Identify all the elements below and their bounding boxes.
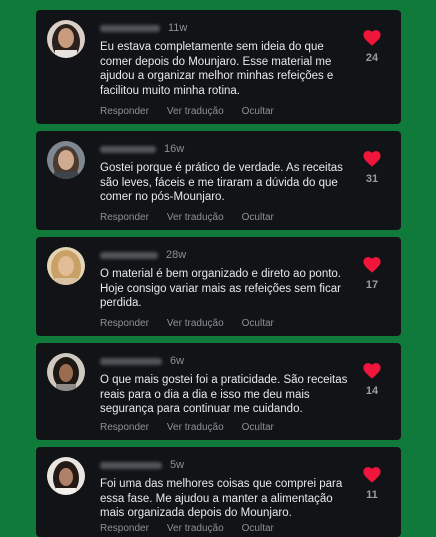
heart-icon [363,257,381,273]
reply-button[interactable]: Responder [100,318,149,329]
reply-button[interactable]: Responder [100,212,149,223]
reply-button[interactable]: Responder [100,106,149,117]
comment-card: 6w O que mais gostei foi a praticidade. … [36,343,401,440]
avatar[interactable] [47,247,85,285]
heart-icon [363,363,381,379]
comment-time: 16w [164,143,185,155]
translate-button[interactable]: Ver tradução [167,106,224,117]
comment-card: 5w Foi uma das melhores coisas que compr… [36,447,401,537]
hide-button[interactable]: Ocultar [242,523,274,534]
comment-text: Gostei porque é prático de verdade. As r… [100,162,343,204]
like-count: 31 [365,173,379,185]
hide-button[interactable]: Ocultar [242,422,274,433]
comment-text: Eu estava completamente sem ideia do que… [100,41,334,97]
avatar[interactable] [47,141,85,179]
comment-text: O material é bem organizado e direto ao … [100,268,342,310]
like-count: 17 [365,279,379,291]
comment-time: 11w [168,22,188,34]
hide-button[interactable]: Ocultar [242,212,274,223]
username-blurred[interactable] [100,357,162,365]
like-button[interactable]: 11 [361,467,383,501]
username-blurred[interactable] [100,251,158,259]
like-button[interactable]: 31 [361,151,383,185]
comments-feed: 11w Eu estava completamente sem ideia do… [0,0,436,537]
reply-button[interactable]: Responder [100,422,149,433]
like-count: 24 [365,52,379,64]
username-blurred[interactable] [100,145,156,153]
hide-button[interactable]: Ocultar [242,106,274,117]
translate-button[interactable]: Ver tradução [167,422,224,433]
comment-time: 5w [170,459,185,471]
username-blurred[interactable] [100,461,162,469]
comment-text: Foi uma das melhores coisas que comprei … [100,478,343,520]
translate-button[interactable]: Ver tradução [167,318,224,329]
like-button[interactable]: 17 [361,257,383,291]
like-count: 11 [366,489,378,501]
translate-button[interactable]: Ver tradução [167,523,224,534]
hide-button[interactable]: Ocultar [242,318,274,329]
avatar[interactable] [47,353,85,391]
comment-card: 11w Eu estava completamente sem ideia do… [36,10,401,124]
comment-card: 28w O material é bem organizado e direto… [36,237,401,336]
heart-icon [363,30,381,46]
heart-icon [363,467,381,483]
avatar[interactable] [47,20,85,58]
translate-button[interactable]: Ver tradução [167,212,224,223]
reply-button[interactable]: Responder [100,523,149,534]
heart-icon [363,151,381,167]
like-button[interactable]: 24 [361,30,383,64]
comment-time: 28w [166,249,187,261]
comment-time: 6w [170,355,185,367]
comment-card: 16w Gostei porque é prático de verdade. … [36,131,401,230]
like-button[interactable]: 14 [361,363,383,397]
avatar[interactable] [47,457,85,495]
comment-text: O que mais gostei foi a praticidade. São… [100,374,348,416]
username-blurred[interactable] [100,24,160,32]
like-count: 14 [365,385,379,397]
